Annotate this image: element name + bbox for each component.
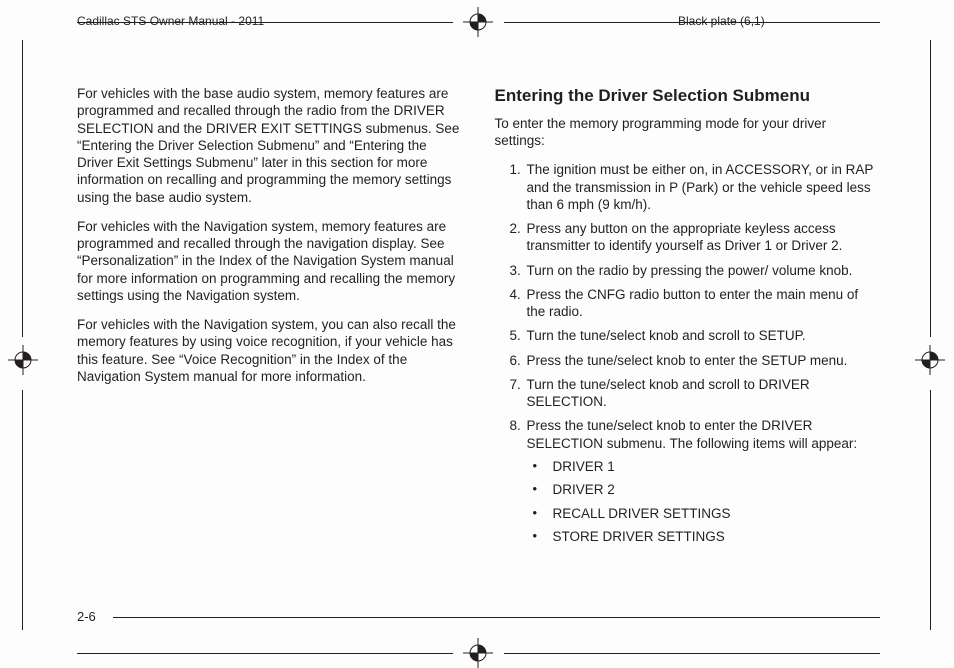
crop-line [504,22,880,23]
page: Cadillac STS Owner Manual - 2011 Black p… [0,0,954,668]
page-rule [113,617,880,618]
list-item: Press the tune/select knob to enter the … [525,352,881,369]
section-heading: Entering the Driver Selection Submenu [495,85,881,107]
header-doc-title: Cadillac STS Owner Manual - 2011 [77,14,264,28]
list-item-text: Press the tune/select knob to enter the … [527,418,858,450]
list-item: Press the tune/select knob to enter the … [525,417,881,545]
crop-line [930,390,931,630]
crop-line [930,40,931,337]
body-text: For vehicles with the base audio system,… [77,85,880,552]
list-item: STORE DRIVER SETTINGS [531,528,881,545]
ordered-list: The ignition must be either on, in ACCES… [495,161,881,545]
column-right: Entering the Driver Selection Submenu To… [495,85,881,552]
registration-mark-icon [463,7,493,37]
header-plate-info: Black plate (6,1) [678,14,765,28]
crop-line [77,653,453,654]
list-item: The ignition must be either on, in ACCES… [525,161,881,213]
crop-line [22,390,23,630]
paragraph: To enter the memory programming mode for… [495,115,881,150]
column-left: For vehicles with the base audio system,… [77,85,463,552]
list-item: Press the CNFG radio button to enter the… [525,286,881,321]
registration-mark-icon [8,345,38,375]
page-number: 2-6 [77,609,96,624]
list-item: RECALL DRIVER SETTINGS [531,505,881,522]
list-item: Turn on the radio by pressing the power/… [525,262,881,279]
registration-mark-icon [915,345,945,375]
bullet-list: DRIVER 1 DRIVER 2 RECALL DRIVER SETTINGS… [527,458,881,545]
crop-line [504,653,880,654]
paragraph: For vehicles with the base audio system,… [77,85,463,206]
list-item: Press any button on the appropriate keyl… [525,220,881,255]
crop-line [77,22,453,23]
list-item: Turn the tune/select knob and scroll to … [525,376,881,411]
list-item: DRIVER 2 [531,481,881,498]
list-item: Turn the tune/select knob and scroll to … [525,327,881,344]
paragraph: For vehicles with the Navigation system,… [77,316,463,385]
list-item: DRIVER 1 [531,458,881,475]
crop-line [22,40,23,337]
registration-mark-icon [463,638,493,668]
paragraph: For vehicles with the Navigation system,… [77,218,463,304]
